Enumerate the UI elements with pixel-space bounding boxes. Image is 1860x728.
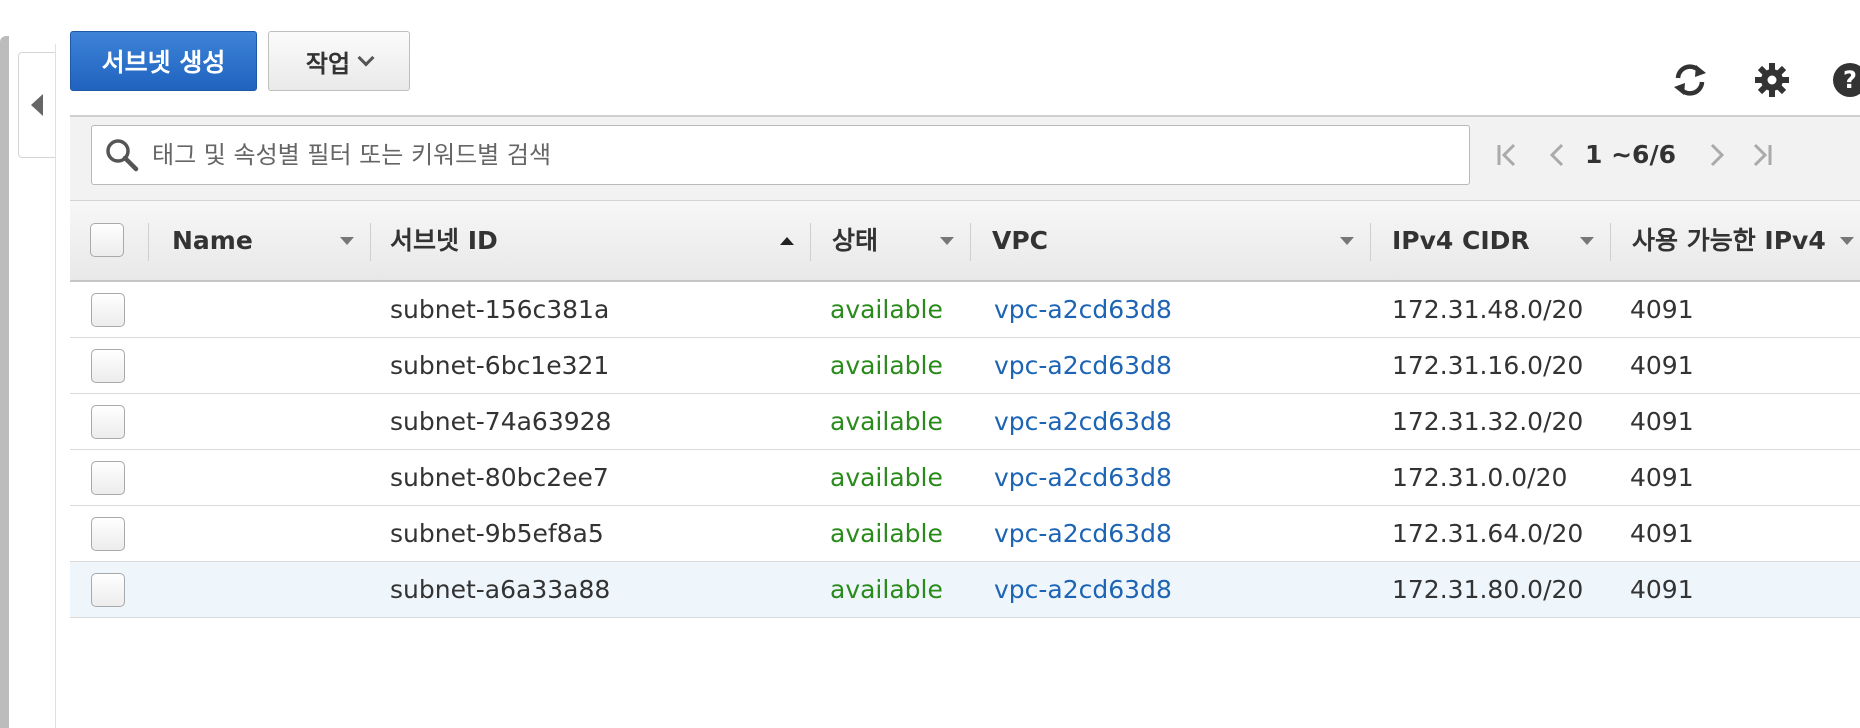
column-header-subnet-id[interactable]: 서브넷 ID [390, 201, 498, 281]
cell-state: available [830, 295, 943, 324]
cell-available-ipv4: 4091 [1630, 407, 1694, 436]
cell-available-ipv4: 4091 [1630, 295, 1694, 324]
sort-ascending-icon[interactable] [780, 237, 794, 245]
next-page-icon[interactable] [1700, 138, 1734, 172]
row-checkbox[interactable] [91, 517, 125, 551]
sort-caret-icon[interactable] [1580, 237, 1594, 245]
cell-state: available [830, 575, 943, 604]
cell-subnet-id: subnet-9b5ef8a5 [390, 519, 604, 548]
row-checkbox[interactable] [91, 461, 125, 495]
table-row[interactable]: subnet-74a63928 available vpc-a2cd63d8 1… [70, 394, 1860, 450]
cell-available-ipv4: 4091 [1630, 351, 1694, 380]
sort-caret-icon[interactable] [940, 237, 954, 245]
cell-state: available [830, 519, 943, 548]
sort-caret-icon[interactable] [1340, 237, 1354, 245]
table-row[interactable]: subnet-6bc1e321 available vpc-a2cd63d8 1… [70, 338, 1860, 394]
last-page-icon[interactable] [1745, 138, 1779, 172]
cell-ipv4-cidr: 172.31.64.0/20 [1392, 519, 1584, 548]
cell-vpc-link[interactable]: vpc-a2cd63d8 [994, 282, 1172, 337]
cell-ipv4-cidr: 172.31.16.0/20 [1392, 351, 1584, 380]
column-separator [370, 223, 371, 261]
cell-ipv4-cidr: 172.31.48.0/20 [1392, 295, 1584, 324]
search-box[interactable] [91, 125, 1470, 185]
table-row[interactable]: subnet-156c381a available vpc-a2cd63d8 1… [70, 282, 1860, 338]
sort-caret-icon[interactable] [1840, 237, 1854, 245]
search-icon [106, 139, 139, 172]
column-header-ipv4-cidr[interactable]: IPv4 CIDR [1392, 201, 1530, 281]
column-separator [1370, 223, 1371, 261]
gear-icon[interactable] [1752, 60, 1792, 100]
cell-subnet-id: subnet-156c381a [390, 295, 610, 324]
actions-label: 작업 [305, 49, 351, 78]
cell-vpc-link[interactable]: vpc-a2cd63d8 [994, 394, 1172, 449]
cell-ipv4-cidr: 172.31.32.0/20 [1392, 407, 1584, 436]
actions-dropdown-button[interactable]: 작업 [268, 31, 410, 91]
cell-ipv4-cidr: 172.31.0.0/20 [1392, 463, 1568, 492]
column-header-name[interactable]: Name [172, 201, 253, 281]
cell-state: available [830, 407, 943, 436]
first-page-icon[interactable] [1490, 138, 1524, 172]
cell-ipv4-cidr: 172.31.80.0/20 [1392, 575, 1584, 604]
column-separator [970, 223, 971, 261]
previous-page-icon[interactable] [1540, 138, 1574, 172]
table-row[interactable]: subnet-9b5ef8a5 available vpc-a2cd63d8 1… [70, 506, 1860, 562]
cell-vpc-link[interactable]: vpc-a2cd63d8 [994, 506, 1172, 561]
table-row[interactable]: subnet-a6a33a88 available vpc-a2cd63d8 1… [70, 562, 1860, 618]
cell-subnet-id: subnet-6bc1e321 [390, 351, 610, 380]
create-subnet-button[interactable]: 서브넷 생성 [70, 31, 257, 91]
cell-state: available [830, 351, 943, 380]
pagination-range: 1 ~6/6 [1585, 140, 1676, 169]
help-icon[interactable]: ? [1830, 60, 1860, 100]
cell-subnet-id: subnet-80bc2ee7 [390, 463, 609, 492]
cell-vpc-link[interactable]: vpc-a2cd63d8 [994, 562, 1172, 617]
subnets-table: Name 서브넷 ID 상태 VPC IPv4 CIDR 사용 가능한 IPv4… [70, 200, 1860, 618]
cell-vpc-link[interactable]: vpc-a2cd63d8 [994, 450, 1172, 505]
search-input[interactable] [150, 140, 1434, 170]
column-separator [810, 223, 811, 261]
column-header-vpc[interactable]: VPC [992, 201, 1048, 281]
chevron-down-icon [357, 49, 375, 66]
row-checkbox[interactable] [91, 405, 125, 439]
cell-state: available [830, 463, 943, 492]
row-checkbox[interactable] [91, 349, 125, 383]
cell-subnet-id: subnet-a6a33a88 [390, 575, 611, 604]
column-separator [148, 223, 149, 261]
cell-vpc-link[interactable]: vpc-a2cd63d8 [994, 338, 1172, 393]
column-header-state[interactable]: 상태 [832, 201, 878, 281]
column-separator [1610, 223, 1611, 261]
cell-subnet-id: subnet-74a63928 [390, 407, 612, 436]
row-checkbox[interactable] [91, 573, 125, 607]
panel-divider [55, 44, 56, 728]
left-panel-edge [0, 36, 9, 728]
row-checkbox[interactable] [91, 293, 125, 327]
sort-caret-icon[interactable] [340, 237, 354, 245]
svg-text:?: ? [1843, 66, 1857, 94]
collapse-panel-button[interactable] [18, 52, 55, 158]
column-header-available-ipv4[interactable]: 사용 가능한 IPv4 [1632, 201, 1840, 281]
refresh-icon[interactable] [1670, 60, 1710, 100]
select-all-checkbox[interactable] [90, 223, 124, 257]
cell-available-ipv4: 4091 [1630, 575, 1694, 604]
cell-available-ipv4: 4091 [1630, 519, 1694, 548]
table-row[interactable]: subnet-80bc2ee7 available vpc-a2cd63d8 1… [70, 450, 1860, 506]
table-header: Name 서브넷 ID 상태 VPC IPv4 CIDR 사용 가능한 IPv4 [70, 200, 1860, 282]
cell-available-ipv4: 4091 [1630, 463, 1694, 492]
